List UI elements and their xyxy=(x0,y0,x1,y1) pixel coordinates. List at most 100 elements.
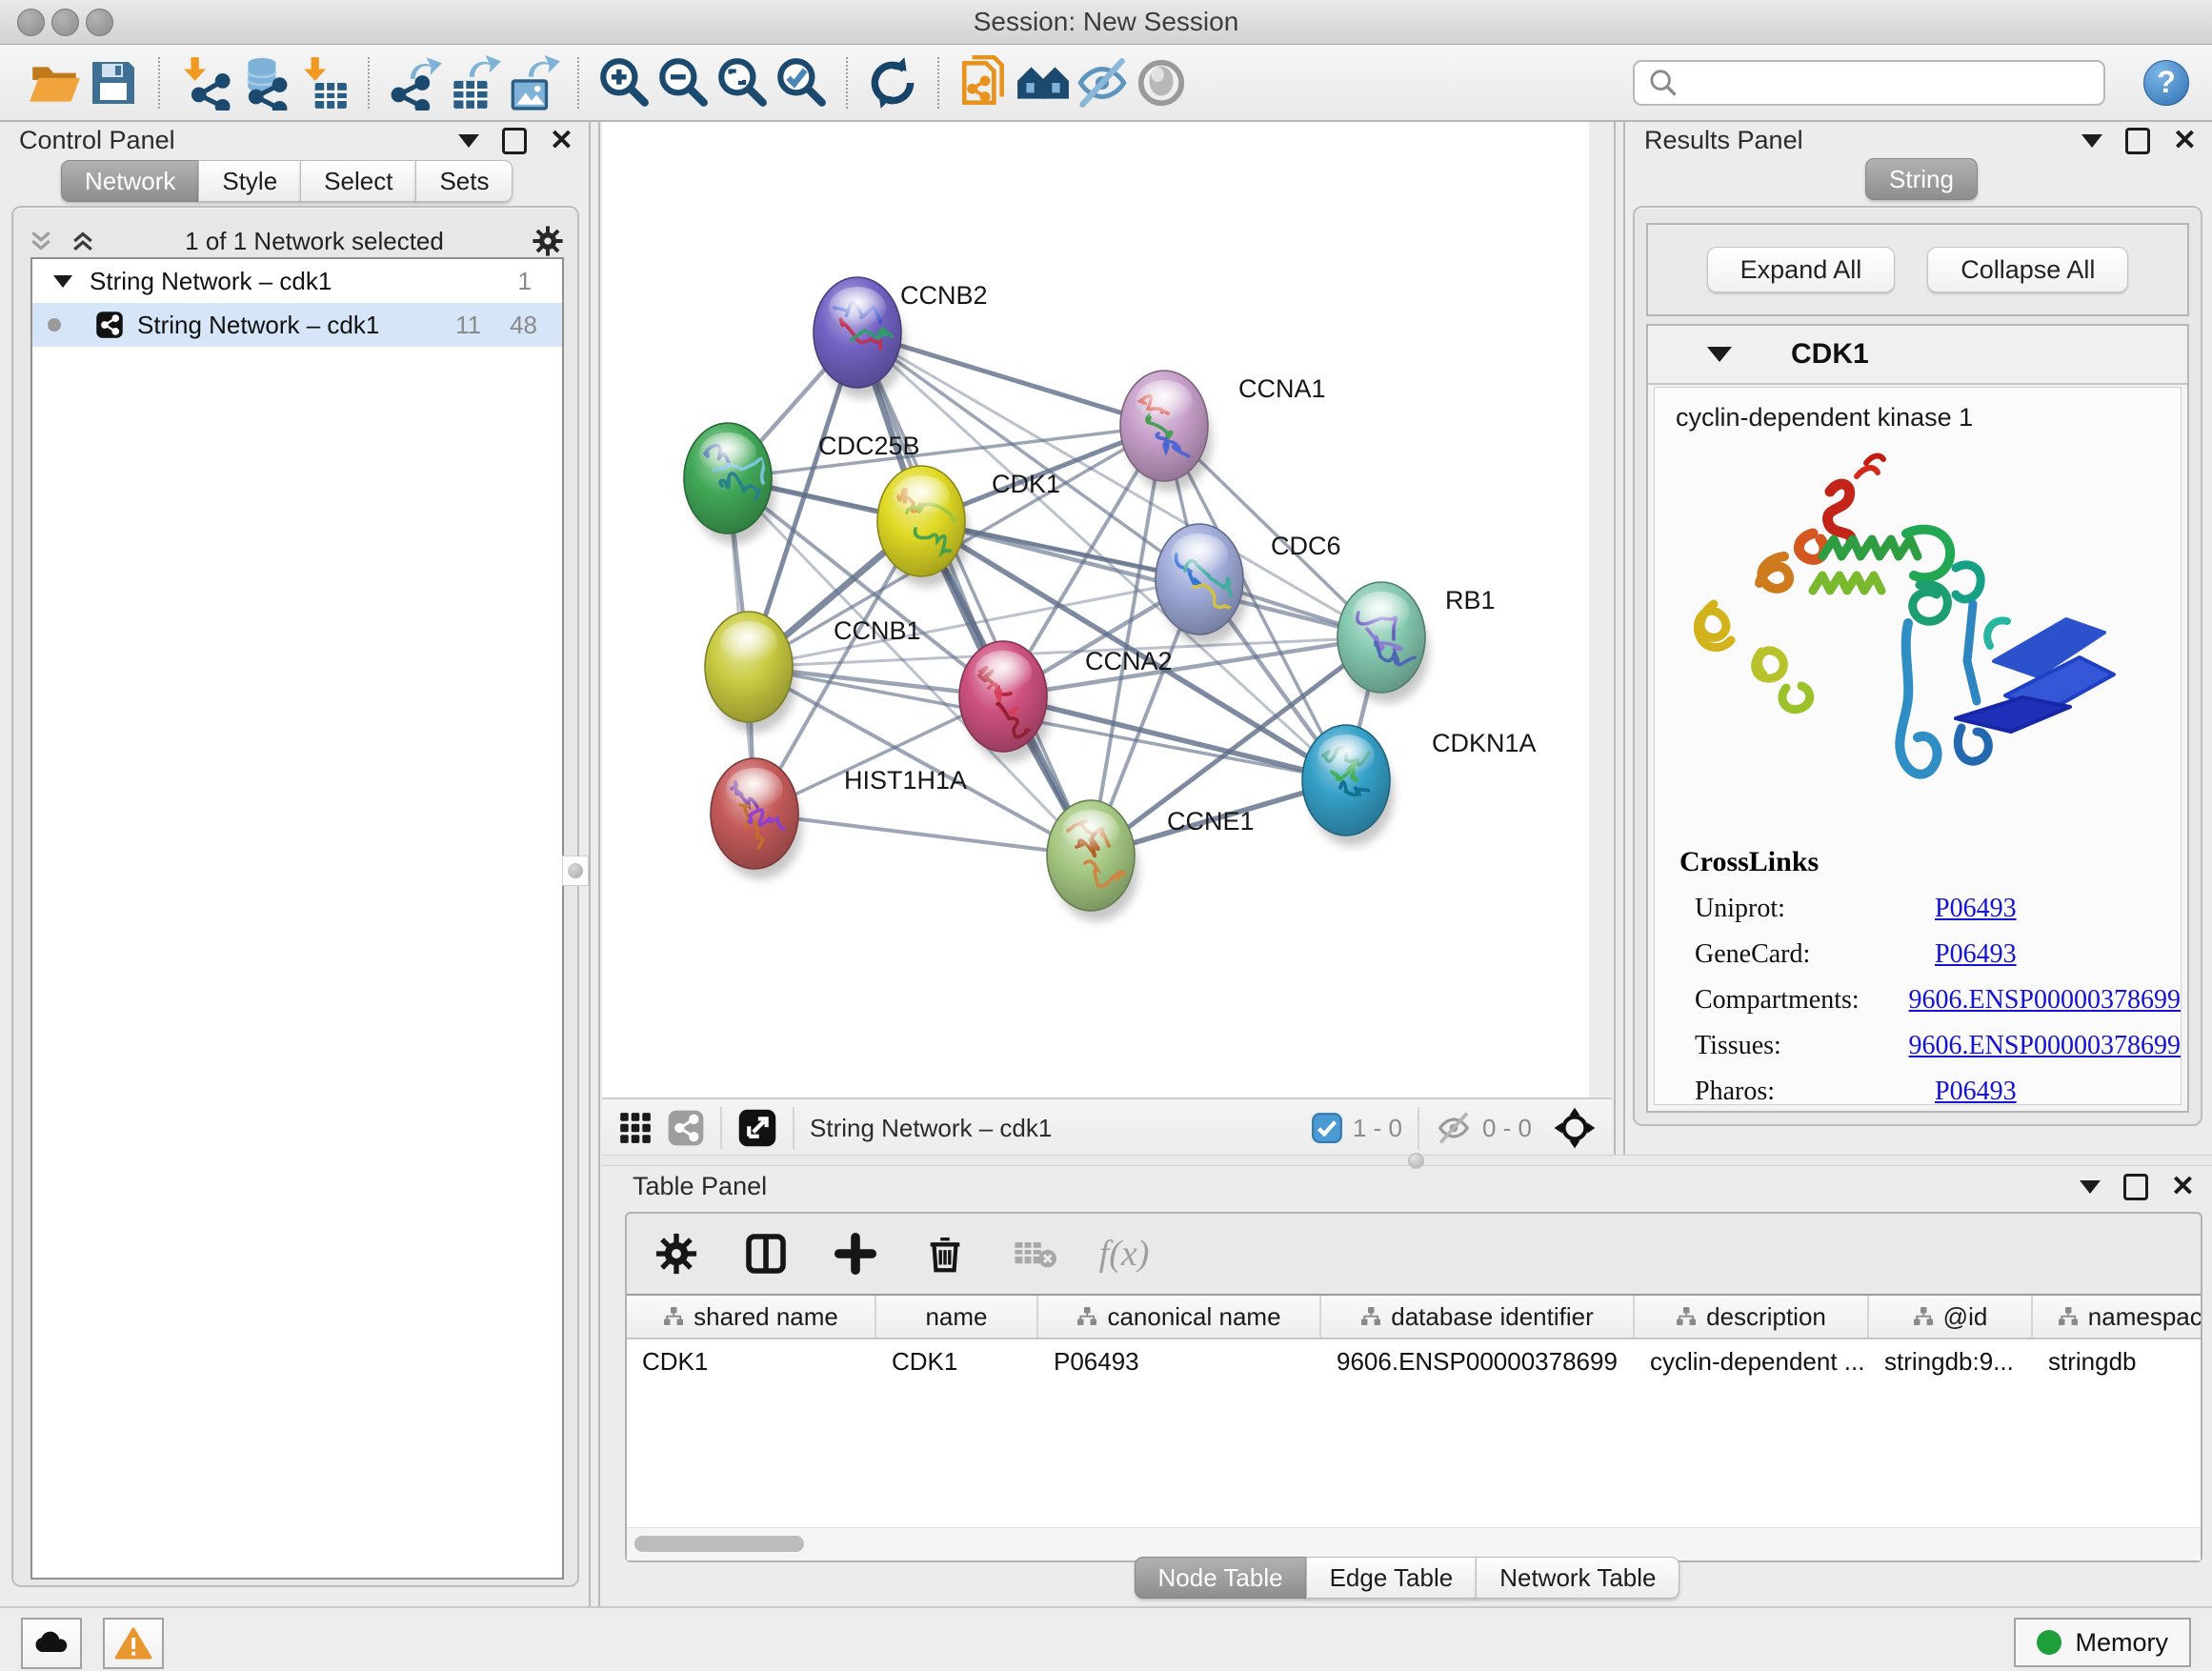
grid-view-icon[interactable] xyxy=(617,1110,654,1146)
hidden-eye-icon[interactable] xyxy=(1435,1109,1473,1147)
column-header-name[interactable]: name xyxy=(876,1296,1038,1338)
help-button[interactable]: ? xyxy=(2143,60,2189,106)
zoom-out-button[interactable] xyxy=(654,53,713,112)
table-row[interactable]: CDK1CDK1P064939606.ENSP00000378699cyclin… xyxy=(627,1339,2201,1383)
column-header-shared-name[interactable]: shared name xyxy=(627,1296,876,1338)
expand-all-icon[interactable] xyxy=(69,227,97,255)
show-details-button[interactable] xyxy=(1132,53,1191,112)
search-input[interactable] xyxy=(1682,65,2103,101)
gear-icon[interactable] xyxy=(532,225,564,257)
tab-string[interactable]: String xyxy=(1865,158,1978,200)
network-view-icon[interactable] xyxy=(667,1109,705,1147)
open-in-window-icon[interactable] xyxy=(737,1108,777,1148)
table-cell[interactable]: cyclin-dependent ... xyxy=(1635,1339,1869,1383)
network-node-CDC6[interactable]: CDC6 xyxy=(1156,524,1341,645)
network-node-CDKN1A[interactable]: CDKN1A xyxy=(1302,725,1537,846)
warning-status-button[interactable] xyxy=(103,1618,164,1669)
left-splitter[interactable] xyxy=(589,122,600,1606)
panel-float-icon[interactable] xyxy=(2123,1174,2148,1200)
right-splitter[interactable] xyxy=(1614,122,1625,1155)
table-cell[interactable]: CDK1 xyxy=(876,1339,1038,1383)
export-image-button[interactable] xyxy=(503,53,562,112)
crosslink-link[interactable]: 9606.ENSP00000378699 xyxy=(1909,1031,2181,1061)
column-header--id[interactable]: @id xyxy=(1869,1296,2033,1338)
network-node-RB1[interactable]: RB1 xyxy=(1337,582,1496,703)
import-string-network-button[interactable] xyxy=(955,53,1014,112)
protein-section-header[interactable]: CDK1 xyxy=(1648,326,2187,385)
network-node-CCNA1[interactable]: CCNA1 xyxy=(1120,371,1326,492)
panel-menu-icon[interactable] xyxy=(2081,134,2102,148)
panel-close-icon[interactable]: ✕ xyxy=(2173,127,2197,155)
panel-menu-icon[interactable] xyxy=(458,134,479,148)
tab-network-table[interactable]: Network Table xyxy=(1476,1557,1679,1599)
table-cell[interactable]: stringdb:9... xyxy=(1869,1339,2033,1383)
table-cell[interactable]: P06493 xyxy=(1038,1339,1321,1383)
zoom-fit-button[interactable] xyxy=(713,53,772,112)
table-settings-button[interactable] xyxy=(652,1229,701,1278)
node-label: CCNE1 xyxy=(1167,807,1255,836)
table-cell[interactable]: stringdb xyxy=(2033,1339,2201,1383)
tab-select[interactable]: Select xyxy=(300,160,416,202)
delete-column-button[interactable] xyxy=(920,1229,970,1278)
network-tree-row[interactable]: String Network – cdk1 11 48 xyxy=(32,303,562,347)
column-header-namespace[interactable]: namespace xyxy=(2033,1296,2201,1338)
crosslink-link[interactable]: P06493 xyxy=(1935,939,2017,970)
network-tree-row[interactable]: String Network – cdk1 1 xyxy=(32,259,562,303)
delete-table-button[interactable] xyxy=(1010,1229,1059,1278)
network-canvas[interactable]: CCNB2 CCNA1 CDC25B CDK1 CDC6 RB1 CCNB1 C… xyxy=(602,122,1589,1097)
network-node-CDK1[interactable]: CDK1 xyxy=(877,466,1060,587)
network-node-HIST1H1A[interactable]: HIST1H1A xyxy=(711,758,967,879)
zoom-selected-button[interactable] xyxy=(772,53,831,112)
collapse-section-icon[interactable] xyxy=(1707,347,1732,362)
refresh-view-button[interactable] xyxy=(863,53,922,112)
hide-details-button[interactable] xyxy=(1073,53,1132,112)
selected-checkbox-icon[interactable] xyxy=(1311,1112,1343,1144)
birdseye-crosshair-icon[interactable] xyxy=(1553,1106,1597,1150)
table-cell[interactable]: 9606.ENSP00000378699 xyxy=(1321,1339,1635,1383)
import-network-file-button[interactable] xyxy=(175,53,234,112)
network-node-CCNB2[interactable]: CCNB2 xyxy=(814,277,988,398)
memory-button[interactable]: Memory xyxy=(2014,1618,2191,1667)
export-table-button[interactable] xyxy=(444,53,503,112)
tab-edge-table[interactable]: Edge Table xyxy=(1306,1557,1478,1599)
collapse-all-button[interactable]: Collapse All xyxy=(1927,247,2128,292)
save-session-button[interactable] xyxy=(84,53,143,112)
export-network-button[interactable] xyxy=(385,53,444,112)
panel-float-icon[interactable] xyxy=(502,128,527,154)
import-network-database-button[interactable] xyxy=(234,53,293,112)
panel-float-icon[interactable] xyxy=(2125,128,2150,154)
open-session-button[interactable] xyxy=(25,53,84,112)
panel-menu-icon[interactable] xyxy=(2080,1180,2101,1194)
panel-close-icon[interactable]: ✕ xyxy=(550,127,573,155)
tab-node-table[interactable]: Node Table xyxy=(1135,1557,1307,1599)
column-header-description[interactable]: description xyxy=(1635,1296,1869,1338)
scrollbar-thumb[interactable] xyxy=(634,1536,804,1552)
tab-style[interactable]: Style xyxy=(198,160,301,202)
cloud-status-button[interactable] xyxy=(21,1618,82,1669)
select-columns-button[interactable] xyxy=(741,1229,791,1278)
crosslink-link[interactable]: P06493 xyxy=(1935,1077,2017,1105)
splitter-handle-dot[interactable] xyxy=(1408,1153,1424,1169)
expand-all-button[interactable]: Expand All xyxy=(1707,247,1896,292)
tab-network[interactable]: Network xyxy=(61,160,199,202)
crosslink-link[interactable]: 9606.ENSP00000378699 xyxy=(1909,985,2181,1016)
panel-close-icon[interactable]: ✕ xyxy=(2171,1173,2195,1201)
import-table-file-button[interactable] xyxy=(293,53,352,112)
tree-expand-icon[interactable] xyxy=(53,275,72,288)
collapse-all-icon[interactable] xyxy=(27,227,55,255)
tab-sets[interactable]: Sets xyxy=(415,160,513,202)
toolbar-separator xyxy=(846,57,848,109)
add-column-button[interactable] xyxy=(831,1229,880,1278)
table-cell[interactable]: CDK1 xyxy=(627,1339,876,1383)
column-header-database-identifier[interactable]: database identifier xyxy=(1321,1296,1635,1338)
string-home-button[interactable] xyxy=(1014,53,1073,112)
zoom-in-button[interactable] xyxy=(594,53,654,112)
crosslink-link[interactable]: P06493 xyxy=(1935,894,2017,924)
left-splitter-handle[interactable] xyxy=(562,856,589,886)
network-edge[interactable] xyxy=(754,814,1091,856)
function-builder-button[interactable]: f(x) xyxy=(1099,1229,1149,1278)
horizontal-splitter[interactable] xyxy=(602,1155,2212,1166)
network-node-CCNE1[interactable]: CCNE1 xyxy=(1047,800,1255,921)
column-header-canonical-name[interactable]: canonical name xyxy=(1038,1296,1321,1338)
table-horizontal-scrollbar[interactable] xyxy=(627,1527,2201,1560)
